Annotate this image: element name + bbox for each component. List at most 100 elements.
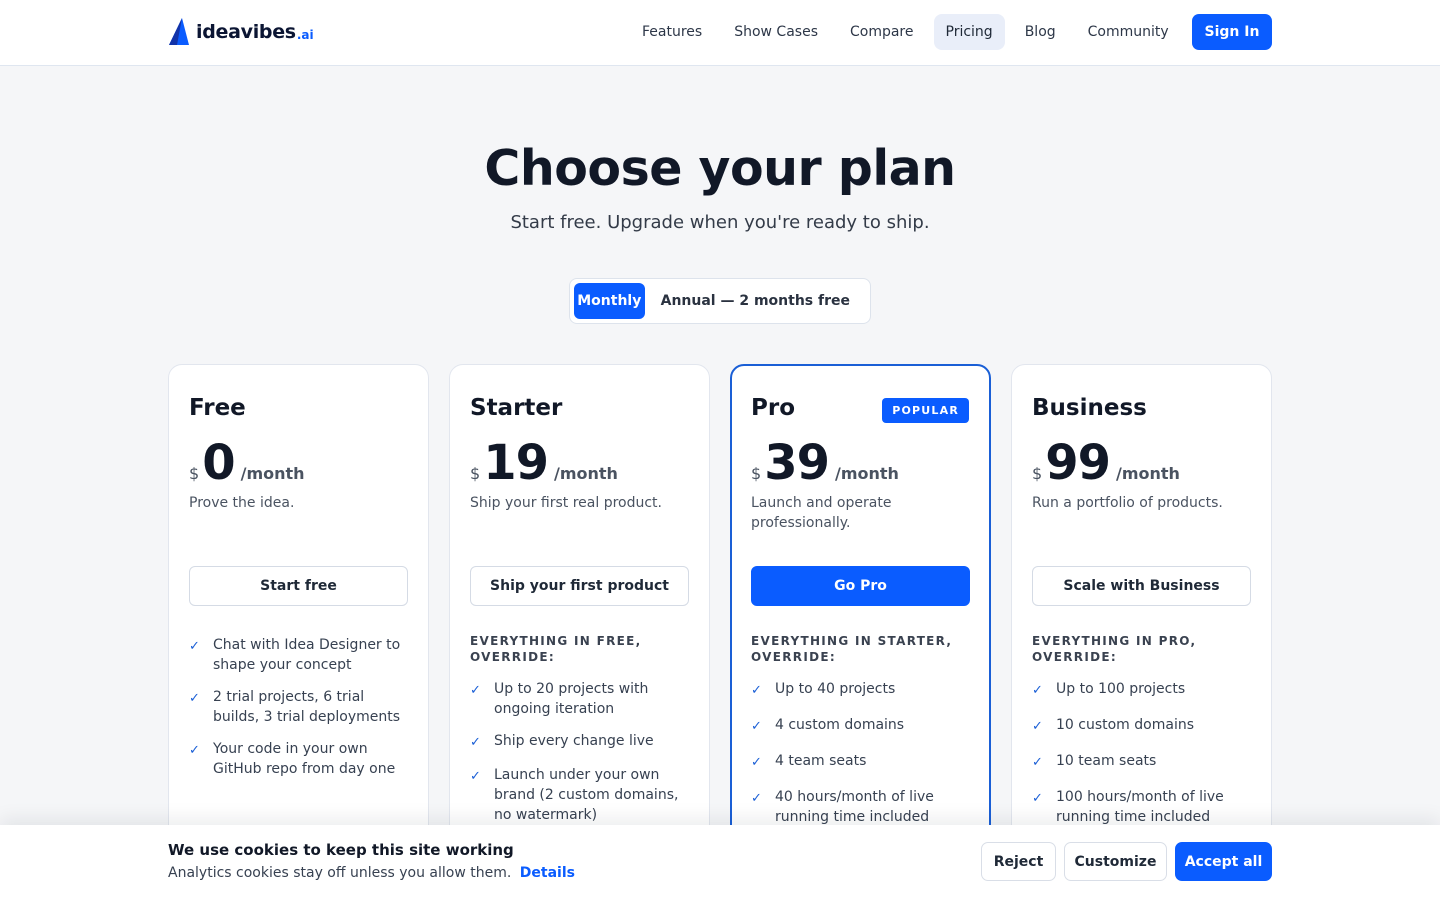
check-icon: ✓ xyxy=(751,755,762,770)
features-heading: EVERYTHING IN FREE, OVERRIDE: xyxy=(470,634,642,664)
feature-list: EVERYTHING IN FREE, OVERRIDE: ✓ Up to 20… xyxy=(470,633,692,837)
plan-price: $ 19 /month xyxy=(470,435,690,491)
check-icon: ✓ xyxy=(751,791,762,806)
feature-item: ✓ Up to 100 projects xyxy=(1032,679,1254,701)
feature-text: 40 hours/month of live running time incl… xyxy=(775,789,934,825)
plan-price: $ 0 /month xyxy=(189,435,409,491)
plan-card-starter: Starter $ 19 /month Ship your first real… xyxy=(449,364,710,884)
plan-name: Starter xyxy=(470,395,563,421)
plan-name: Free xyxy=(189,395,246,421)
accept-all-cookies-button[interactable]: Accept all xyxy=(1175,842,1272,881)
price-amount: 19 xyxy=(483,435,549,491)
check-icon: ✓ xyxy=(1032,719,1043,734)
go-pro-button[interactable]: Go Pro xyxy=(751,566,970,606)
price-currency: $ xyxy=(751,464,762,483)
feature-text: 10 team seats xyxy=(1056,753,1157,769)
ship-first-product-button[interactable]: Ship your first product xyxy=(470,566,689,606)
check-icon: ✓ xyxy=(189,691,200,706)
reject-cookies-button[interactable]: Reject xyxy=(981,842,1056,881)
brand-suffix: .ai xyxy=(296,28,314,42)
page-subtitle: Start free. Upgrade when you're ready to… xyxy=(510,212,930,233)
plan-price: $ 39 /month xyxy=(751,435,971,491)
feature-item: ✓ Ship every change live xyxy=(470,731,692,753)
customize-cookies-button[interactable]: Customize xyxy=(1064,842,1167,881)
nav-community[interactable]: Community xyxy=(1076,14,1181,50)
feature-text: Up to 100 projects xyxy=(1056,681,1186,697)
plan-card-pro: POPULAR Pro $ 39 /month Launch and opera… xyxy=(730,364,991,884)
feature-item: ✓ 10 custom domains xyxy=(1032,715,1254,737)
feature-list: ✓ Chat with Idea Designer to shape your … xyxy=(189,635,411,791)
feature-text: Up to 40 projects xyxy=(775,681,896,697)
check-icon: ✓ xyxy=(470,769,481,784)
plan-tagline: Run a portfolio of products. xyxy=(1032,495,1223,511)
nav-compare[interactable]: Compare xyxy=(838,14,926,50)
feature-text: 100 hours/month of live running time inc… xyxy=(1056,789,1224,825)
feature-text: Your code in your own GitHub repo from d… xyxy=(213,741,396,777)
plan-card-free: Free $ 0 /month Prove the idea. Start fr… xyxy=(168,364,429,884)
features-heading: EVERYTHING IN PRO, OVERRIDE: xyxy=(1032,634,1197,664)
cookie-banner: We use cookies to keep this site working… xyxy=(0,825,1440,900)
feature-text: 4 custom domains xyxy=(775,717,905,733)
sail-icon xyxy=(168,17,190,47)
price-period: /month xyxy=(240,464,305,483)
feature-text: Launch under your own brand (2 custom do… xyxy=(494,767,679,823)
start-free-button[interactable]: Start free xyxy=(189,566,408,606)
price-period: /month xyxy=(553,464,618,483)
feature-item: ✓ Up to 40 projects xyxy=(751,679,973,701)
nav-blog[interactable]: Blog xyxy=(1013,14,1068,50)
sign-in-button[interactable]: Sign In xyxy=(1192,14,1272,50)
check-icon: ✓ xyxy=(1032,683,1043,698)
price-currency: $ xyxy=(189,464,200,483)
nav-pricing[interactable]: Pricing xyxy=(933,14,1005,50)
feature-item: ✓ 4 custom domains xyxy=(751,715,973,737)
feature-text: Chat with Idea Designer to shape your co… xyxy=(213,637,401,673)
billing-annual-option[interactable]: Annual — 2 months free xyxy=(645,283,866,319)
plan-tagline: Prove the idea. xyxy=(189,495,295,511)
feature-item: ✓ 100 hours/month of live running time i… xyxy=(1032,787,1254,827)
main-nav: Features Show Cases Compare Pricing Blog… xyxy=(630,14,1189,50)
feature-text: Ship every change live xyxy=(494,733,654,749)
cookie-banner-text: Analytics cookies stay off unless you al… xyxy=(168,865,575,881)
plan-name: Pro xyxy=(751,395,796,421)
plan-name: Business xyxy=(1032,395,1147,421)
page-title: Choose your plan xyxy=(484,140,956,197)
features-heading: EVERYTHING IN STARTER, OVERRIDE: xyxy=(751,634,953,664)
cookie-banner-message: Analytics cookies stay off unless you al… xyxy=(168,865,512,881)
cookie-details-link[interactable]: Details xyxy=(520,865,575,881)
feature-item: ✓ Up to 20 projects with ongoing iterati… xyxy=(470,679,692,719)
price-period: /month xyxy=(834,464,899,483)
feature-text: Up to 20 projects with ongoing iteration xyxy=(494,681,649,717)
feature-text: 4 team seats xyxy=(775,753,867,769)
feature-text: 10 custom domains xyxy=(1056,717,1194,733)
feature-item: ✓ Chat with Idea Designer to shape your … xyxy=(189,635,411,675)
feature-item: ✓ 2 trial projects, 6 trial builds, 3 tr… xyxy=(189,687,411,727)
check-icon: ✓ xyxy=(470,735,481,750)
check-icon: ✓ xyxy=(470,683,481,698)
brand-logo[interactable]: ideavibes .ai xyxy=(168,17,314,47)
cookie-banner-title: We use cookies to keep this site working xyxy=(168,841,514,859)
top-navbar: ideavibes .ai Features Show Cases Compar… xyxy=(0,0,1440,66)
plan-tagline: Ship your first real product. xyxy=(470,495,663,511)
price-amount: 99 xyxy=(1045,435,1111,491)
plan-price: $ 99 /month xyxy=(1032,435,1252,491)
billing-toggle: Monthly Annual — 2 months free xyxy=(569,278,871,324)
plan-tagline: Launch and operate professionally. xyxy=(751,495,892,531)
check-icon: ✓ xyxy=(751,683,762,698)
feature-item: ✓ 10 team seats xyxy=(1032,751,1254,773)
check-icon: ✓ xyxy=(1032,755,1043,770)
check-icon: ✓ xyxy=(751,719,762,734)
feature-item: ✓ Launch under your own brand (2 custom … xyxy=(470,765,692,825)
feature-item: ✓ Your code in your own GitHub repo from… xyxy=(189,739,411,779)
feature-list: EVERYTHING IN STARTER, OVERRIDE: ✓ Up to… xyxy=(751,633,973,841)
scale-with-business-button[interactable]: Scale with Business xyxy=(1032,566,1251,606)
plan-card-business: Business $ 99 /month Run a portfolio of … xyxy=(1011,364,1272,884)
feature-item: ✓ 40 hours/month of live running time in… xyxy=(751,787,973,827)
brand-name: ideavibes xyxy=(196,21,296,43)
nav-features[interactable]: Features xyxy=(630,14,714,50)
price-currency: $ xyxy=(1032,464,1043,483)
check-icon: ✓ xyxy=(189,743,200,758)
nav-show-cases[interactable]: Show Cases xyxy=(722,14,830,50)
feature-item: ✓ 4 team seats xyxy=(751,751,973,773)
price-amount: 39 xyxy=(764,435,830,491)
billing-monthly-option[interactable]: Monthly xyxy=(574,283,645,319)
